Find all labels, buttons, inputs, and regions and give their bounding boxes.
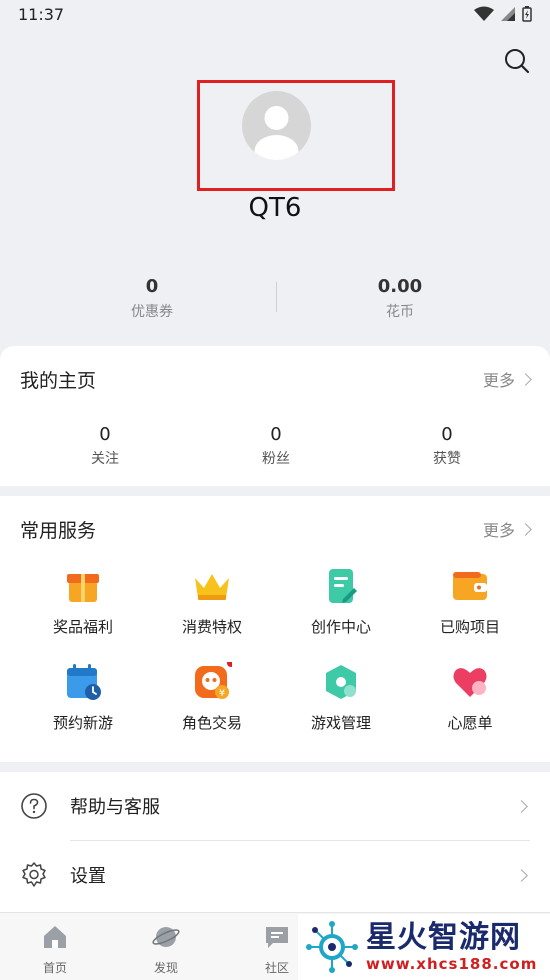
- homepage-title: 我的主页: [20, 369, 97, 392]
- watermark-logo-icon: [306, 921, 358, 973]
- chat-icon: [266, 927, 288, 948]
- flower-coin-label: 花币: [386, 304, 414, 320]
- homepage-more-label: 更多: [482, 371, 515, 390]
- status-icons: [474, 6, 532, 22]
- watermark-text: 星火智游网 www.xhcs188.com: [366, 920, 538, 974]
- service-game-management[interactable]: 游戏管理: [276, 662, 406, 733]
- service-wishlist[interactable]: 心愿单: [405, 662, 535, 733]
- tab-home[interactable]: 首页: [25, 923, 85, 976]
- watermark-main-text: 星火智游网: [366, 920, 521, 955]
- calendar-clock-icon: [63, 662, 103, 702]
- fans-count: 0: [270, 424, 282, 445]
- watermark-url: www.xhcs188.com: [366, 955, 538, 973]
- follow-count: 0: [99, 424, 111, 445]
- menu-help-service[interactable]: 帮助与客服: [0, 772, 550, 840]
- services-title: 常用服务: [20, 519, 97, 542]
- stats-divider: [276, 282, 277, 312]
- service-label: 预约新游: [52, 714, 113, 732]
- service-label: 奖品福利: [52, 618, 113, 636]
- signal-icon: [501, 7, 515, 21]
- homepage-card: 我的主页 更多 0 关注 0 粉丝 0 获赞: [0, 346, 550, 486]
- service-label: 消费特权: [181, 618, 242, 636]
- homepage-more-link[interactable]: 更多: [482, 367, 532, 391]
- profile-stats: 0 优惠券 0.00 花币: [0, 276, 550, 326]
- service-purchased-items[interactable]: 已购项目: [405, 566, 535, 637]
- status-bar: 11:37: [0, 0, 550, 28]
- crown-icon: [192, 566, 232, 606]
- wallet-icon: [450, 566, 490, 606]
- service-reserve-new-games[interactable]: 预约新游: [18, 662, 148, 733]
- menu-label: 设置: [70, 866, 106, 887]
- fans-stat[interactable]: 0 粉丝: [216, 424, 336, 468]
- heart-icon: [450, 662, 490, 702]
- username[interactable]: QT6: [0, 193, 550, 223]
- service-consumer-privileges[interactable]: 消费特权: [147, 566, 277, 637]
- help-icon: [21, 793, 47, 819]
- service-label: 创作中心: [310, 618, 371, 636]
- chevron-right-icon: [515, 799, 528, 813]
- planet-icon: [152, 927, 180, 947]
- default-user-icon: [254, 106, 299, 160]
- homepage-stats: 0 关注 0 粉丝 0 获赞: [0, 424, 550, 474]
- gift-icon: [63, 566, 103, 606]
- flower-coin-stat[interactable]: 0.00 花币: [300, 276, 500, 321]
- follow-stat[interactable]: 0 关注: [45, 424, 165, 468]
- services-header: 常用服务 更多: [20, 514, 532, 544]
- service-label: 游戏管理: [310, 714, 371, 732]
- role-trade-icon: ¥: [192, 659, 235, 702]
- services-more-label: 更多: [482, 521, 515, 540]
- likes-label: 获赞: [433, 451, 461, 467]
- game-manage-icon: [321, 662, 361, 702]
- avatar[interactable]: [242, 91, 311, 160]
- coupon-count: 0: [145, 276, 159, 297]
- service-label: 心愿单: [447, 714, 493, 732]
- menu-card: 帮助与客服 设置: [0, 772, 550, 912]
- service-label: 已购项目: [439, 618, 500, 636]
- menu-settings[interactable]: 设置: [0, 841, 550, 909]
- service-role-trading[interactable]: ¥ 角色交易: [147, 659, 277, 733]
- svg-text:¥: ¥: [219, 688, 225, 699]
- status-time: 11:37: [18, 4, 65, 24]
- homepage-header: 我的主页 更多: [20, 364, 532, 394]
- service-label: 角色交易: [181, 714, 242, 732]
- chevron-right-icon: [519, 522, 532, 536]
- services-card: 常用服务 更多 奖品福利 消费特权 创作中心 已购项目 预约新游 ¥ 角色交易 …: [0, 496, 550, 762]
- watermark: 星火智游网 www.xhcs188.com: [298, 914, 550, 980]
- menu-label: 帮助与客服: [70, 797, 160, 818]
- follow-label: 关注: [91, 451, 119, 467]
- search-icon: [505, 49, 530, 74]
- wifi-icon: [474, 6, 494, 21]
- fans-label: 粉丝: [262, 451, 290, 467]
- battery-icon: [522, 6, 532, 22]
- coupon-stat[interactable]: 0 优惠券: [52, 276, 252, 321]
- document-edit-icon: [321, 566, 361, 606]
- tab-label: 首页: [42, 961, 67, 975]
- services-more-link[interactable]: 更多: [482, 517, 532, 541]
- service-prize-welfare[interactable]: 奖品福利: [18, 566, 148, 637]
- notification-dot: [227, 659, 235, 667]
- home-icon: [44, 926, 66, 948]
- coupon-label: 优惠券: [131, 304, 173, 320]
- search-button[interactable]: [502, 46, 532, 76]
- service-creation-center[interactable]: 创作中心: [276, 566, 406, 637]
- chevron-right-icon: [519, 372, 532, 386]
- likes-stat[interactable]: 0 获赞: [387, 424, 507, 468]
- chevron-right-icon: [515, 868, 528, 882]
- tab-label: 发现: [153, 961, 178, 975]
- flower-coin-count: 0.00: [377, 276, 423, 297]
- gear-icon: [22, 862, 46, 887]
- likes-count: 0: [441, 424, 453, 445]
- tab-discover[interactable]: 发现: [136, 923, 196, 976]
